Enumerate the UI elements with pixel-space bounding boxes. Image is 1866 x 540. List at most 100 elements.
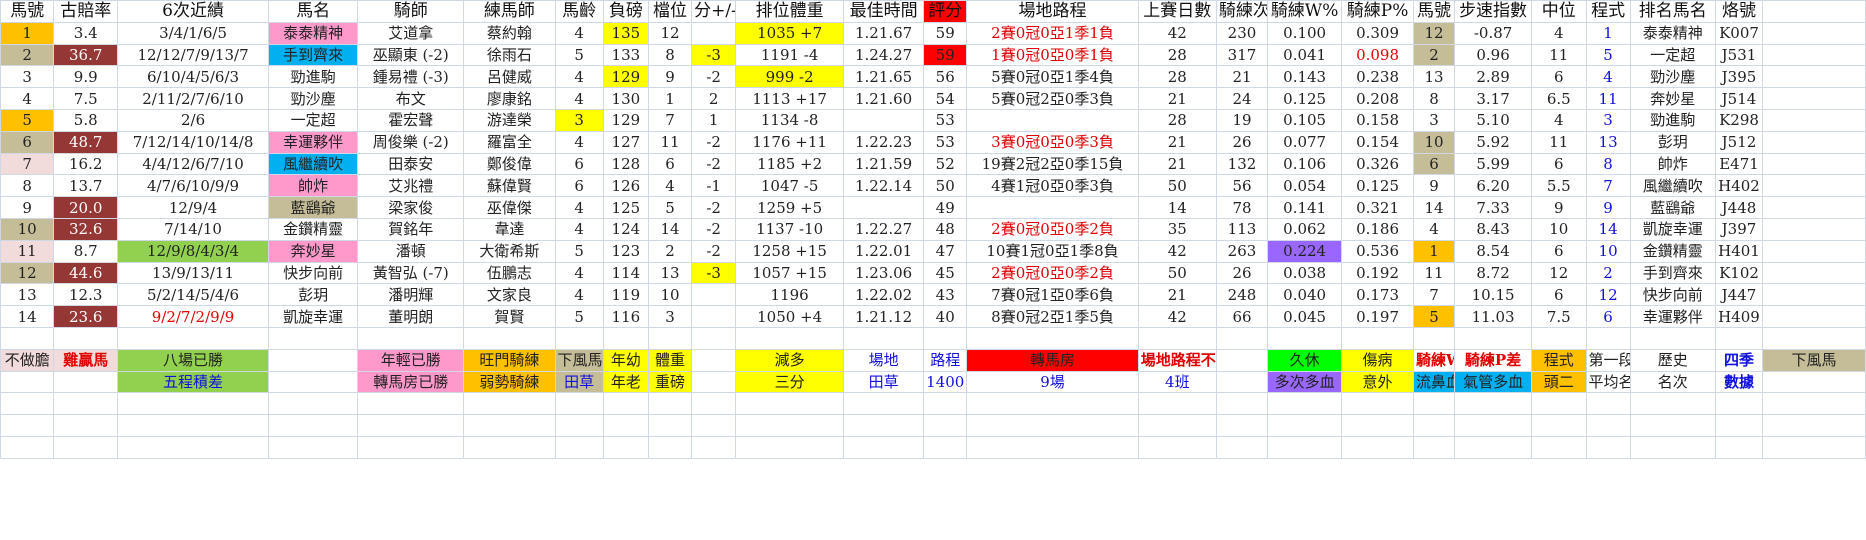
cell-weight[interactable]: 119 — [602, 283, 649, 307]
cell-score[interactable]: 43 — [923, 283, 968, 307]
cell-score[interactable]: 59 — [923, 43, 968, 67]
cell-empty[interactable] — [647, 414, 693, 437]
header-weight[interactable]: 負磅 — [602, 0, 649, 23]
cell-rating-change[interactable]: -2 — [691, 217, 737, 241]
cell-empty[interactable] — [554, 435, 604, 459]
cell-pace-index[interactable]: 6.20 — [1454, 174, 1533, 198]
cell-best-time[interactable]: 1.23.06 — [843, 261, 925, 285]
cell-program[interactable]: 12 — [1585, 283, 1631, 307]
cell-jockey[interactable]: 田泰安 — [357, 152, 465, 176]
cell-trainer[interactable]: 呂健威 — [463, 65, 556, 89]
cell-empty[interactable] — [554, 414, 604, 437]
cell-weight[interactable]: 123 — [602, 239, 649, 263]
cell-empty[interactable] — [735, 435, 845, 459]
legend-key[interactable]: 三分 — [735, 370, 845, 394]
cell-rank-horse-name[interactable]: 泰泰精神 — [1629, 21, 1716, 45]
cell-jt-count[interactable]: 26 — [1215, 261, 1269, 285]
cell-jt-place[interactable]: 0.208 — [1341, 87, 1414, 110]
cell-track-distance[interactable] — [966, 196, 1139, 219]
cell-days-since[interactable]: 14 — [1137, 196, 1217, 219]
cell-program[interactable]: 5 — [1585, 43, 1631, 67]
cell-best-time[interactable]: 1.22.02 — [843, 283, 925, 307]
cell-empty[interactable] — [691, 435, 737, 459]
cell-rank-horse-no[interactable]: 6 — [1412, 152, 1456, 176]
cell-weight[interactable]: 133 — [602, 43, 649, 67]
header-rating-change[interactable]: 分+/- — [691, 0, 737, 23]
cell-odds[interactable]: 9.9 — [53, 65, 119, 89]
cell-trainer[interactable]: 徐雨石 — [463, 43, 556, 67]
cell-empty[interactable] — [1762, 283, 1866, 307]
cell-empty[interactable] — [1585, 414, 1631, 437]
cell-jt-place[interactable]: 0.238 — [1341, 65, 1414, 89]
cell-jockey[interactable]: 鍾易禮 (-3) — [357, 65, 465, 89]
cell-score[interactable]: 53 — [923, 130, 968, 154]
header-brand-no[interactable]: 烙號 — [1714, 0, 1764, 23]
cell-program[interactable]: 1 — [1585, 21, 1631, 45]
cell-track-distance[interactable]: 2賽0冠0亞0季2負 — [966, 261, 1139, 285]
cell-brand-no[interactable]: H401 — [1714, 239, 1764, 263]
cell-empty[interactable] — [463, 435, 556, 459]
cell-jt-count[interactable]: 248 — [1215, 283, 1269, 307]
cell-empty[interactable] — [1215, 414, 1269, 437]
legend-key[interactable]: 年幼 — [602, 348, 649, 372]
cell-odds[interactable]: 8.7 — [53, 239, 119, 263]
cell-median[interactable]: 5.5 — [1531, 174, 1587, 198]
legend-key[interactable]: 數據 — [1714, 370, 1764, 394]
cell-empty[interactable] — [117, 414, 270, 437]
cell-empty[interactable] — [1267, 414, 1343, 437]
cell-trainer[interactable]: 鄭俊偉 — [463, 152, 556, 176]
legend-key[interactable]: 流鼻血 — [1412, 370, 1456, 394]
cell-track-distance[interactable]: 4賽1冠0亞0季3負 — [966, 174, 1139, 198]
cell-draw[interactable]: 10 — [647, 283, 693, 307]
cell-horse-no[interactable]: 7 — [0, 152, 55, 176]
cell-days-since[interactable]: 21 — [1137, 130, 1217, 154]
cell-empty[interactable] — [1215, 435, 1269, 459]
cell-odds[interactable]: 13.7 — [53, 174, 119, 198]
cell-recent-form[interactable]: 4/7/6/10/9/9 — [117, 174, 270, 198]
cell-empty[interactable] — [554, 326, 604, 350]
cell-jt-place[interactable]: 0.173 — [1341, 283, 1414, 307]
cell-horse-no[interactable]: 10 — [0, 217, 55, 241]
header-trainer[interactable]: 練馬師 — [463, 0, 556, 23]
cell-jt-place[interactable]: 0.125 — [1341, 174, 1414, 198]
cell-best-time[interactable] — [843, 196, 925, 219]
legend-key[interactable]: 路程 — [923, 348, 968, 372]
cell-median[interactable]: 6 — [1531, 152, 1587, 176]
cell-track-distance[interactable]: 5賽0冠2亞0季3負 — [966, 87, 1139, 110]
cell-empty[interactable] — [1762, 196, 1866, 219]
cell-brand-no[interactable]: H402 — [1714, 174, 1764, 198]
cell-empty[interactable] — [357, 392, 465, 416]
cell-draw[interactable]: 7 — [647, 108, 693, 132]
cell-recent-form[interactable]: 7/14/10 — [117, 217, 270, 241]
cell-track-distance[interactable]: 19賽2冠2亞0季15負 — [966, 152, 1139, 176]
cell-program[interactable]: 6 — [1585, 305, 1631, 328]
cell-empty[interactable] — [53, 326, 119, 350]
cell-draw-body-weight[interactable]: 1137 -10 — [735, 217, 845, 241]
cell-empty[interactable] — [1762, 65, 1866, 89]
cell-jockey[interactable]: 潘明輝 — [357, 283, 465, 307]
cell-jt-win[interactable]: 0.038 — [1267, 261, 1343, 285]
header-draw[interactable]: 檔位 — [647, 0, 693, 23]
cell-age[interactable]: 5 — [554, 305, 604, 328]
cell-rank-horse-name[interactable]: 幸運夥伴 — [1629, 305, 1716, 328]
cell-empty[interactable] — [691, 392, 737, 416]
cell-median[interactable]: 4 — [1531, 108, 1587, 132]
cell-age[interactable]: 6 — [554, 174, 604, 198]
cell-trainer[interactable]: 韋達 — [463, 217, 556, 241]
cell-empty[interactable] — [602, 392, 649, 416]
cell-horse-name[interactable]: 勁沙塵 — [268, 87, 359, 110]
cell-jt-place[interactable]: 0.321 — [1341, 196, 1414, 219]
cell-jockey[interactable]: 艾兆禮 — [357, 174, 465, 198]
cell-horse-no[interactable]: 13 — [0, 283, 55, 307]
cell-empty[interactable] — [1629, 435, 1716, 459]
cell-jockey[interactable]: 霍宏聲 — [357, 108, 465, 132]
cell-rank-horse-no[interactable]: 1 — [1412, 239, 1456, 263]
cell-age[interactable]: 4 — [554, 130, 604, 154]
cell-rank-horse-no[interactable]: 11 — [1412, 261, 1456, 285]
cell-horse-name[interactable]: 勁進駒 — [268, 65, 359, 89]
cell-brand-no[interactable]: J512 — [1714, 130, 1764, 154]
cell-draw[interactable]: 5 — [647, 196, 693, 219]
cell-empty[interactable] — [691, 326, 737, 350]
cell-empty[interactable] — [357, 435, 465, 459]
cell-trainer[interactable]: 蔡約翰 — [463, 21, 556, 45]
